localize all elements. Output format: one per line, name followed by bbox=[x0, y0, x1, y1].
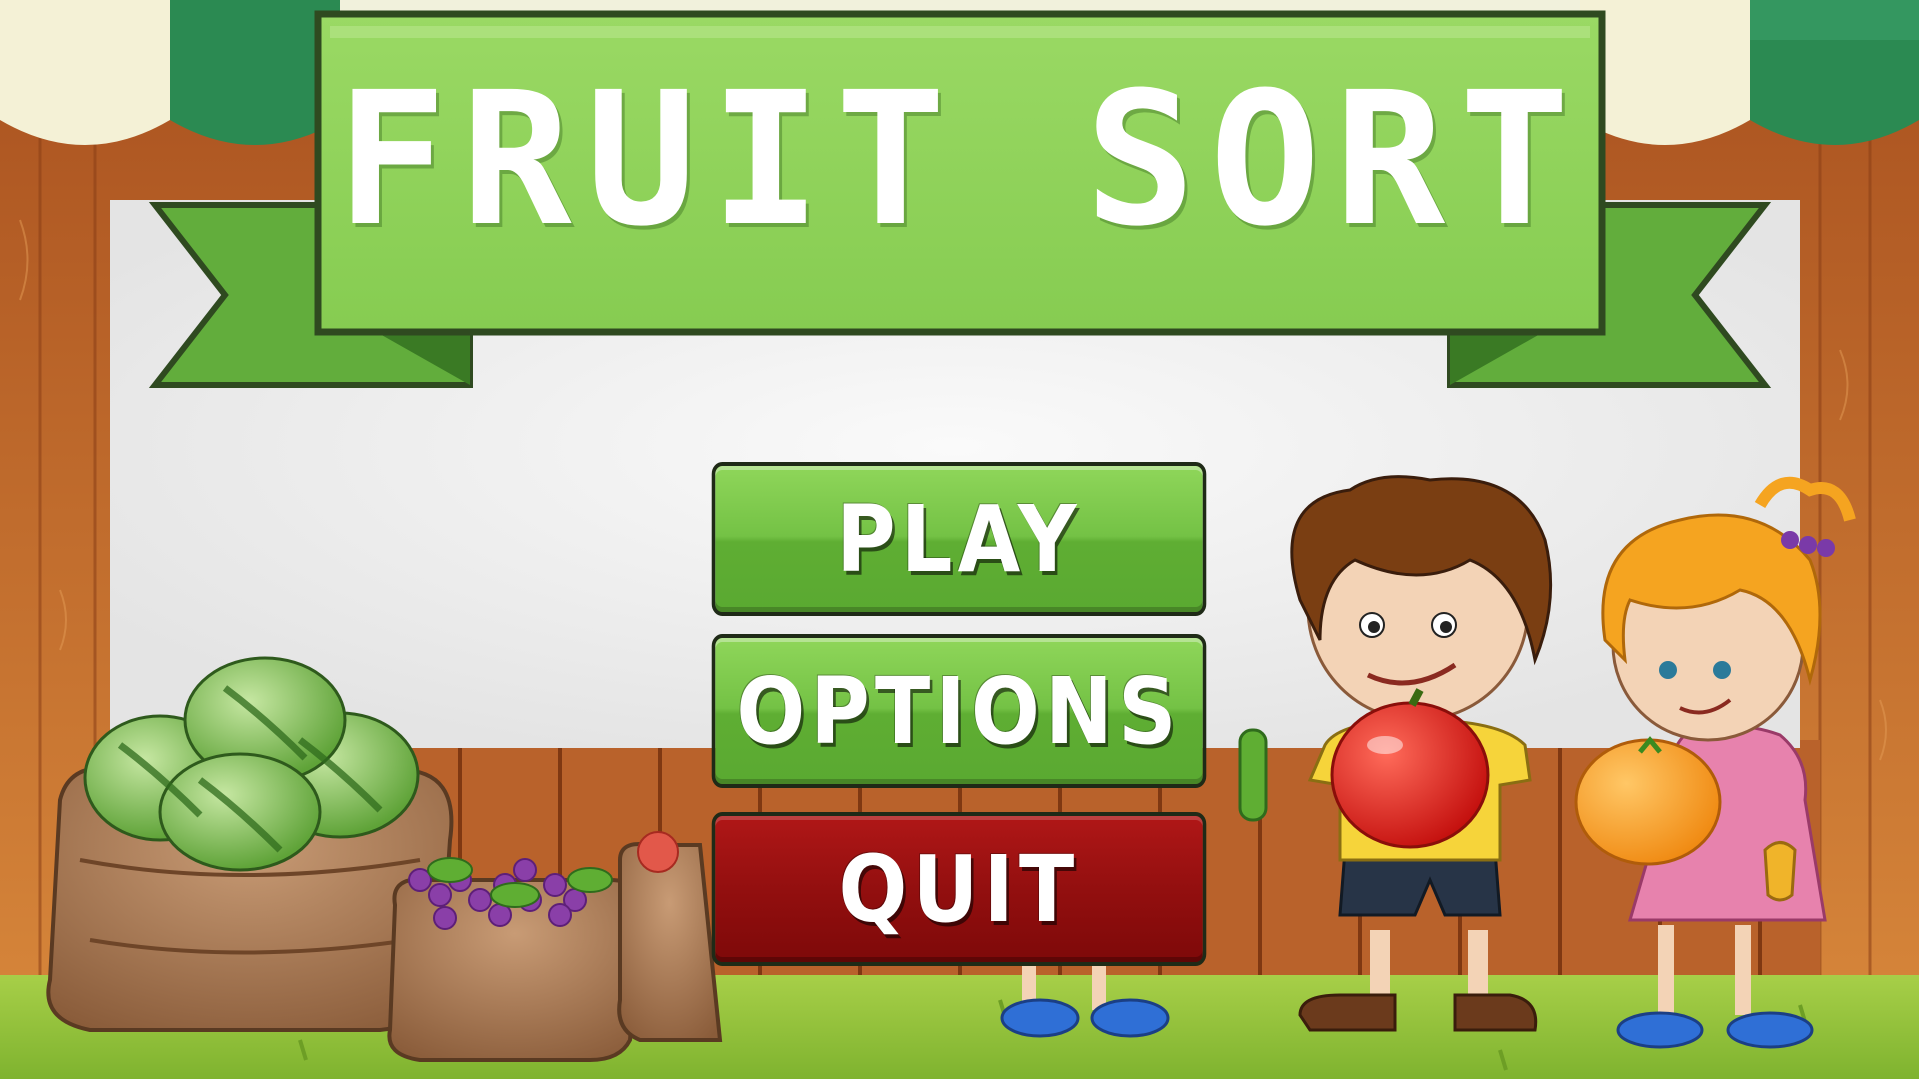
options-button[interactable]: OPTIONS bbox=[711, 634, 1207, 788]
title-screen: FRUIT SORT PLAY OPTIONS QUIT bbox=[0, 0, 1919, 1079]
grape-sack-icon bbox=[387, 857, 643, 1062]
quit-button[interactable]: QUIT bbox=[711, 812, 1207, 966]
play-button[interactable]: PLAY bbox=[711, 462, 1207, 616]
game-title: FRUIT SORT bbox=[336, 53, 1584, 267]
